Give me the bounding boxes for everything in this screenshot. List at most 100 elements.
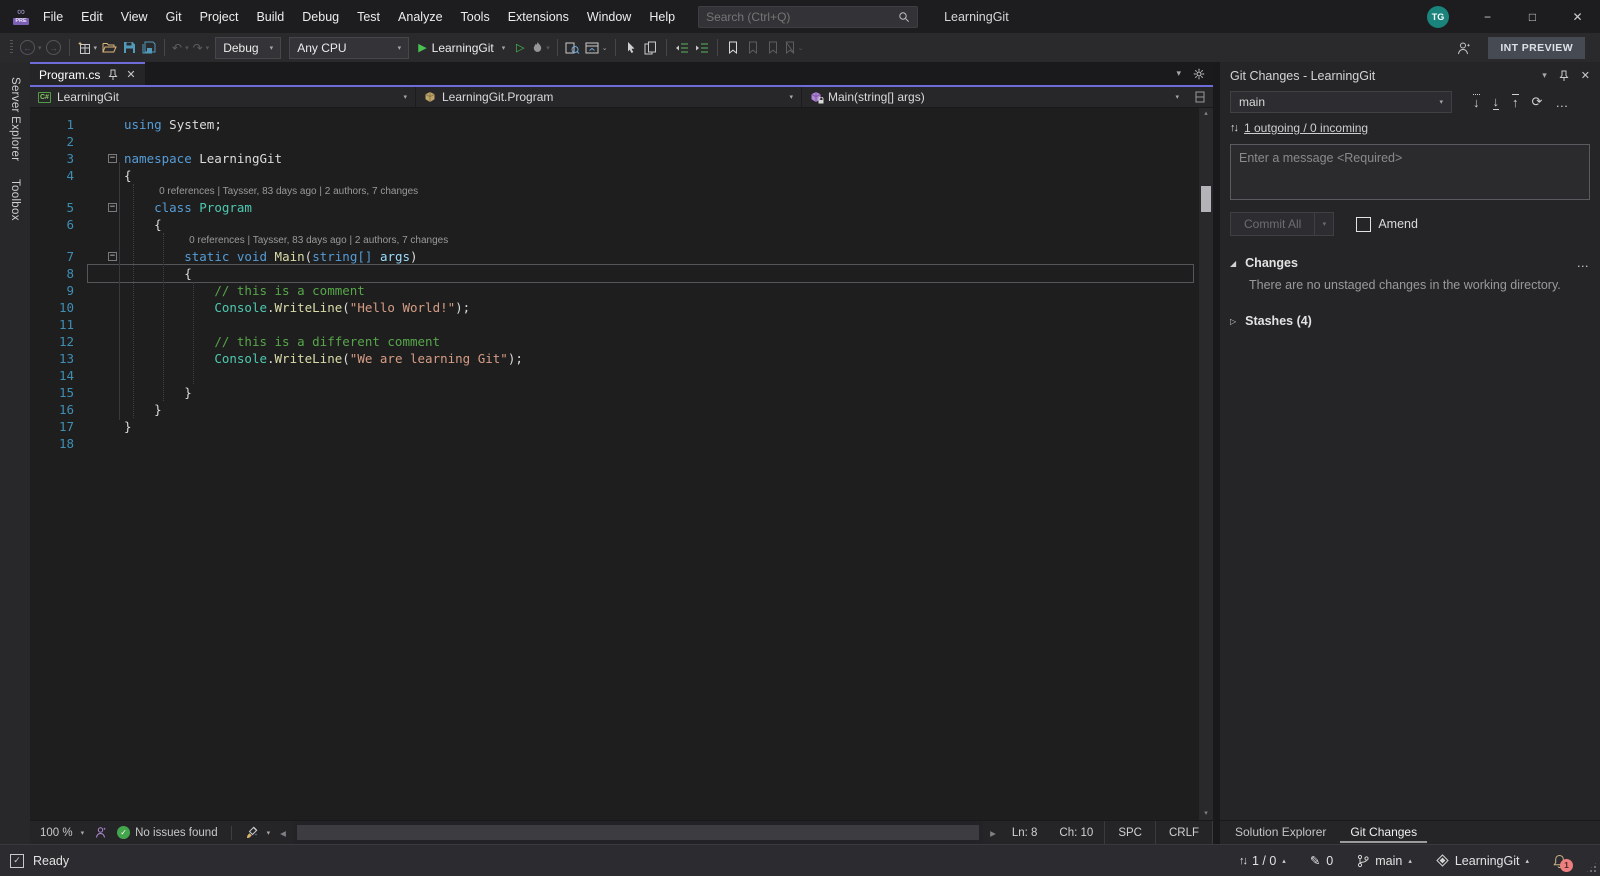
split-window-handle[interactable]	[1187, 87, 1213, 107]
code-line-17[interactable]: 17}	[30, 418, 1213, 435]
minimize-button[interactable]: −	[1465, 0, 1510, 33]
increase-indent-button[interactable]	[692, 36, 712, 60]
start-debugging-button[interactable]: ▶ LearningGit ▾	[413, 36, 510, 60]
commit-all-button[interactable]: Commit All	[1230, 212, 1315, 236]
menu-item-git[interactable]: Git	[157, 0, 191, 33]
code-line-1[interactable]: 1using System;	[30, 116, 1213, 133]
visual-studio-logo-icon[interactable]: ∞ PRE	[0, 8, 34, 25]
menu-item-analyze[interactable]: Analyze	[389, 0, 451, 33]
hscrollbar-thumb[interactable]	[297, 825, 979, 840]
toggle-bookmark-button[interactable]	[723, 36, 743, 60]
horizontal-scrollbar[interactable]	[293, 821, 983, 844]
solution-platform-dropdown[interactable]: Any CPU▾	[289, 37, 409, 59]
hscroll-right-icon[interactable]: ▸	[985, 821, 1001, 844]
notifications-button[interactable]: 1	[1553, 854, 1566, 868]
branch-selector-dropdown[interactable]: main ▾	[1230, 91, 1452, 113]
code-line-13[interactable]: 13 Console.WriteLine("We are learning Gi…	[30, 350, 1213, 367]
redo-button[interactable]: ↷▾	[191, 36, 212, 60]
code-line-3[interactable]: 3−namespace LearningGit	[30, 150, 1213, 167]
project-dropdown[interactable]: C# LearningGit ▾	[30, 87, 416, 107]
navigate-forward-button[interactable]: →	[44, 36, 64, 60]
hot-reload-button[interactable]: ▾	[530, 36, 552, 60]
code-line-9[interactable]: 9 // this is a comment	[30, 282, 1213, 299]
undo-button[interactable]: ↶▾	[170, 36, 191, 60]
menu-item-extensions[interactable]: Extensions	[499, 0, 578, 33]
duplicate-line-button[interactable]	[641, 36, 661, 60]
pending-edits-status[interactable]: ✎ 0	[1310, 853, 1333, 868]
current-branch-status[interactable]: main ▴	[1357, 854, 1412, 868]
start-without-debugging-button[interactable]: ▷	[510, 36, 530, 60]
refresh-button[interactable]: ⟳	[1532, 94, 1543, 110]
code-line-6[interactable]: 6 {	[30, 216, 1213, 233]
codelens-row[interactable]: 0 references | Taysser, 83 days ago | 2 …	[30, 233, 1213, 248]
document-options-gear-icon[interactable]	[1193, 68, 1205, 80]
space-mode-indicator[interactable]: SPC	[1104, 821, 1155, 844]
maximize-button[interactable]: □	[1510, 0, 1555, 33]
git-more-actions-button[interactable]: …	[1555, 95, 1568, 110]
bottom-tab-solution-explorer[interactable]: Solution Explorer	[1225, 822, 1336, 843]
code-cleanup-button[interactable]: ▾	[240, 821, 276, 844]
code-editor[interactable]: 1using System;23−namespace LearningGit4{…	[30, 108, 1213, 820]
line-ending-indicator[interactable]: CRLF	[1155, 821, 1213, 844]
menu-item-file[interactable]: File	[34, 0, 72, 33]
fold-collapse-icon[interactable]: −	[108, 203, 117, 212]
menu-item-build[interactable]: Build	[247, 0, 293, 33]
stashes-section-header[interactable]: ▷ Stashes (4)	[1230, 314, 1590, 328]
vertical-scrollbar[interactable]: ▴ ▾	[1199, 108, 1213, 820]
menu-item-view[interactable]: View	[112, 0, 157, 33]
type-dropdown[interactable]: LearningGit.Program ▾	[416, 87, 802, 107]
tab-list-dropdown-icon[interactable]: ▾	[1176, 68, 1181, 79]
commit-message-input[interactable]	[1231, 145, 1589, 199]
toolbar-grip[interactable]	[10, 40, 13, 55]
panel-splitter[interactable]	[1213, 62, 1220, 844]
send-feedback-button[interactable]	[1453, 36, 1474, 60]
hscroll-left-icon[interactable]: ◂	[275, 821, 291, 844]
code-line-16[interactable]: 16 }	[30, 401, 1213, 418]
codelens-text[interactable]: 0 references | Taysser, 83 days ago | 2 …	[159, 183, 418, 200]
code-line-11[interactable]: 11	[30, 316, 1213, 333]
rail-tab-toolbox[interactable]: Toolbox	[9, 170, 21, 230]
git-panel-titlebar[interactable]: Git Changes - LearningGit ▾ ✕	[1230, 62, 1590, 89]
find-in-files-button[interactable]	[563, 36, 583, 60]
menu-item-edit[interactable]: Edit	[72, 0, 112, 33]
changes-more-icon[interactable]: …	[1577, 256, 1591, 270]
codelens-row[interactable]: 0 references | Taysser, 83 days ago | 2 …	[30, 184, 1213, 199]
menu-item-tools[interactable]: Tools	[452, 0, 499, 33]
clear-bookmarks-button[interactable]: ⌄	[783, 36, 806, 60]
menu-item-project[interactable]: Project	[191, 0, 248, 33]
code-line-5[interactable]: 5− class Program	[30, 199, 1213, 216]
resize-grip[interactable]	[1586, 862, 1597, 873]
commit-message-box[interactable]	[1230, 144, 1590, 200]
commit-options-split-icon[interactable]: ▾	[1315, 212, 1334, 236]
code-line-14[interactable]: 14	[30, 367, 1213, 384]
search-input[interactable]	[706, 10, 898, 24]
scrollbar-thumb[interactable]	[1201, 186, 1211, 212]
account-avatar[interactable]: TG	[1427, 6, 1449, 28]
previous-bookmark-button[interactable]	[743, 36, 763, 60]
code-line-12[interactable]: 12 // this is a different comment	[30, 333, 1213, 350]
code-line-4[interactable]: 4{	[30, 167, 1213, 184]
save-all-button[interactable]	[139, 36, 159, 60]
scroll-up-icon[interactable]: ▴	[1204, 108, 1208, 120]
line-indicator[interactable]: Ln: 8	[1001, 827, 1049, 839]
code-line-2[interactable]: 2	[30, 133, 1213, 150]
int-preview-badge[interactable]: INT PREVIEW	[1488, 37, 1585, 59]
outgoing-incoming-link[interactable]: 1 outgoing / 0 incoming	[1244, 121, 1368, 135]
menu-item-test[interactable]: Test	[348, 0, 389, 33]
search-icon[interactable]	[898, 11, 910, 23]
fold-collapse-icon[interactable]: −	[108, 154, 117, 163]
search-box[interactable]	[698, 6, 918, 28]
navigate-back-button[interactable]: ←▾	[18, 36, 44, 60]
save-button[interactable]	[119, 36, 139, 60]
menu-item-help[interactable]: Help	[640, 0, 684, 33]
column-indicator[interactable]: Ch: 10	[1048, 827, 1104, 839]
close-button[interactable]: ✕	[1555, 0, 1600, 33]
scroll-down-icon[interactable]: ▾	[1204, 808, 1208, 820]
open-file-button[interactable]	[99, 36, 119, 60]
panel-pin-icon[interactable]	[1559, 70, 1569, 82]
solution-configuration-dropdown[interactable]: Debug▾	[215, 37, 281, 59]
pin-icon[interactable]	[108, 69, 118, 81]
current-repo-status[interactable]: LearningGit ▴	[1436, 854, 1529, 868]
menu-item-debug[interactable]: Debug	[293, 0, 348, 33]
changes-section-header[interactable]: ◢ Changes …	[1230, 256, 1590, 270]
